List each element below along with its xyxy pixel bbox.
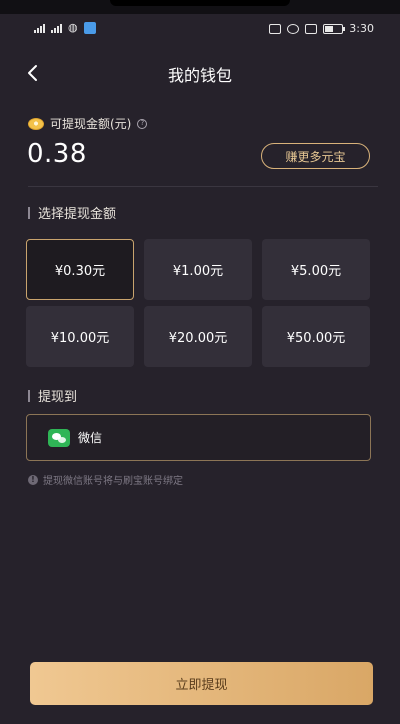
withdraw-to-title: 提现到 (28, 386, 77, 405)
battery-icon (323, 23, 346, 34)
battery-fill (325, 25, 334, 32)
earn-more-button[interactable]: 赚更多元宝 (261, 143, 370, 169)
signal-icon (51, 23, 62, 33)
binding-note: ! 提现微信账号将与刷宝账号绑定 (28, 472, 183, 487)
amount-section-title: 选择提现金额 (28, 203, 116, 222)
phone-frame-top (0, 0, 400, 14)
alarm-icon (287, 23, 300, 34)
question-icon[interactable]: ? (137, 118, 148, 129)
mute-icon (305, 23, 318, 34)
withdraw-method-label: 微信 (78, 431, 103, 445)
speaker-notch (110, 0, 290, 6)
amount-option[interactable]: ¥1.00元 (144, 239, 252, 300)
withdraw-method-wechat[interactable]: 微信 (26, 414, 371, 461)
divider (28, 186, 378, 187)
binding-note-text: 提现微信账号将与刷宝账号绑定 (43, 476, 183, 487)
amount-option[interactable]: ¥20.00元 (144, 306, 252, 367)
amount-option[interactable]: ¥0.30元 (26, 239, 134, 300)
amount-option[interactable]: ¥10.00元 (26, 306, 134, 367)
balance-label-row: 可提现金额(元) ? (28, 115, 148, 132)
wechat-icon (48, 428, 70, 447)
status-bar: ◍ 3:30 (0, 18, 400, 40)
withdraw-now-button[interactable]: 立即提现 (30, 662, 373, 705)
nav-bar: 我的钱包 (0, 50, 400, 94)
wifi-icon: ◍ (68, 21, 78, 34)
page-title: 我的钱包 (167, 66, 232, 85)
signal-icon (34, 23, 45, 33)
coin-icon (28, 117, 44, 130)
amount-section-label: 选择提现金额 (38, 207, 117, 222)
section-marker (28, 206, 30, 219)
balance-value: 0.38 (27, 139, 87, 169)
amount-option[interactable]: ¥5.00元 (262, 239, 370, 300)
nfc-icon (269, 23, 282, 34)
status-time: 3:30 (349, 22, 374, 35)
balance-label: 可提现金额(元) (50, 117, 132, 131)
status-right: 3:30 (269, 22, 374, 35)
amount-option[interactable]: ¥50.00元 (262, 306, 370, 367)
app-notification-icon (83, 22, 96, 34)
info-icon: ! (28, 474, 38, 485)
status-left: ◍ (34, 22, 96, 34)
section-marker (28, 389, 30, 402)
withdraw-to-label: 提现到 (38, 390, 78, 405)
